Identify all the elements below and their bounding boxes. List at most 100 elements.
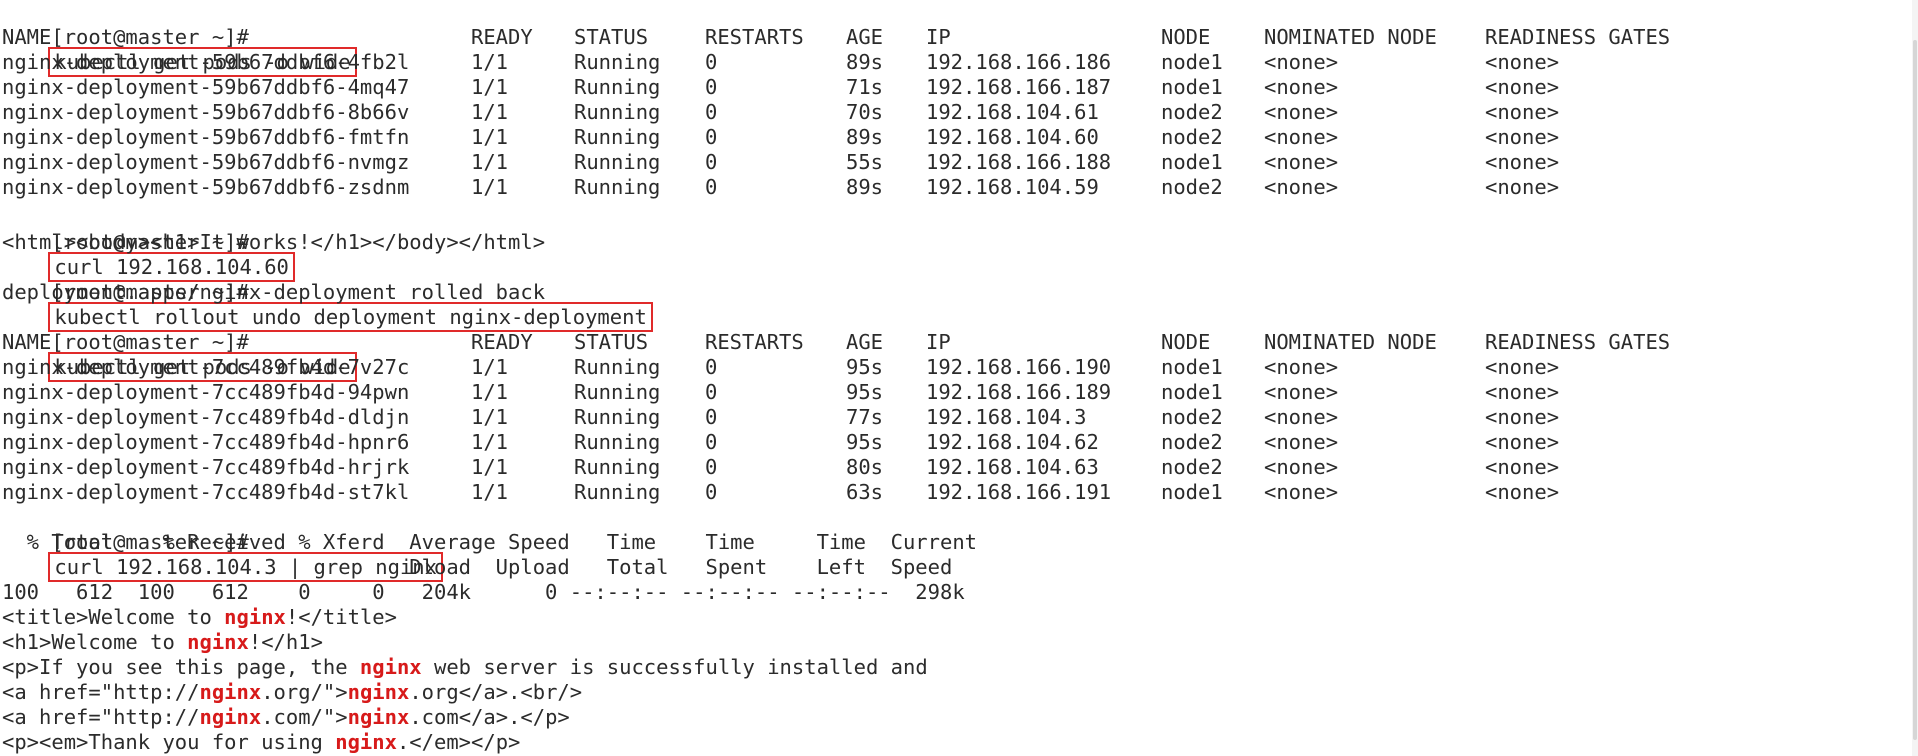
cell-status: Running bbox=[574, 50, 661, 74]
cell-age: 63s bbox=[846, 480, 884, 504]
cell-age: 95s bbox=[846, 380, 884, 404]
command-output: <html><body><h1>It works!</h1></body></h… bbox=[2, 230, 546, 254]
cell-restarts: 0 bbox=[705, 430, 718, 454]
output-text: <a href="http:// bbox=[2, 680, 200, 704]
cell-status: Running bbox=[574, 430, 661, 454]
cell-pod-name: nginx-deployment-59b67ddbf6-fmtfn bbox=[2, 125, 410, 149]
cell-restarts: 0 bbox=[705, 380, 718, 404]
column-header-pod-name: NAME bbox=[2, 330, 52, 354]
cell-age: 70s bbox=[846, 100, 884, 124]
cell-status: Running bbox=[574, 100, 661, 124]
cell-ip: 192.168.166.186 bbox=[926, 50, 1112, 74]
cell-nominated-node: <none> bbox=[1264, 150, 1339, 174]
shell-prompt: [root@master ~]# bbox=[51, 330, 249, 354]
cell-ip: 192.168.166.187 bbox=[926, 75, 1112, 99]
cell-status: Running bbox=[574, 455, 661, 479]
cell-status: Running bbox=[574, 75, 661, 99]
cell-age: 95s bbox=[846, 430, 884, 454]
grep-match: nginx bbox=[359, 655, 422, 679]
output-text: .com</a>.</p> bbox=[409, 705, 570, 729]
grep-output-line: <title>Welcome to nginx!</title> bbox=[2, 605, 397, 630]
cell-node: node2 bbox=[1161, 175, 1223, 199]
cell-restarts: 0 bbox=[705, 150, 718, 174]
column-header-ip: IP bbox=[926, 330, 951, 354]
cell-readiness-gates: <none> bbox=[1485, 100, 1560, 124]
cell-pod-name: nginx-deployment-7cc489fb4d-hpnr6 bbox=[2, 430, 410, 454]
command-line: [root@master ~]# kubectl get pods -o wid… bbox=[2, 0, 357, 77]
cell-nominated-node: <none> bbox=[1264, 100, 1339, 124]
grep-match: nginx bbox=[224, 605, 286, 629]
cell-nominated-node: <none> bbox=[1264, 50, 1339, 74]
cell-status: Running bbox=[574, 480, 661, 504]
grep-output-line: <h1>Welcome to nginx!</h1> bbox=[2, 630, 323, 655]
cell-age: 77s bbox=[846, 405, 884, 429]
cell-age: 89s bbox=[846, 50, 884, 74]
cell-ip: 192.168.104.3 bbox=[926, 405, 1087, 429]
column-header-node: NODE bbox=[1161, 25, 1211, 49]
cell-status: Running bbox=[574, 380, 661, 404]
grep-match: nginx bbox=[199, 680, 262, 704]
cell-restarts: 0 bbox=[705, 355, 718, 379]
cell-ip: 192.168.166.191 bbox=[926, 480, 1112, 504]
column-header-ready: READY bbox=[471, 330, 533, 354]
cell-status: Running bbox=[574, 355, 661, 379]
cell-readiness-gates: <none> bbox=[1485, 380, 1560, 404]
cell-ready: 1/1 bbox=[471, 125, 509, 149]
cell-ip: 192.168.104.62 bbox=[926, 430, 1099, 454]
cell-ready: 1/1 bbox=[471, 150, 509, 174]
cell-nominated-node: <none> bbox=[1264, 405, 1339, 429]
shell-prompt: [root@master ~]# bbox=[51, 25, 249, 49]
column-header-ready: READY bbox=[471, 25, 533, 49]
cell-ready: 1/1 bbox=[471, 355, 509, 379]
column-header-restarts: RESTARTS bbox=[705, 25, 804, 49]
cell-ready: 1/1 bbox=[471, 75, 509, 99]
curl-progress-header: % Total % Received % Xferd Average Speed… bbox=[2, 530, 978, 554]
grep-match: nginx bbox=[335, 730, 397, 754]
cell-node: node2 bbox=[1161, 455, 1223, 479]
cell-readiness-gates: <none> bbox=[1485, 430, 1560, 454]
cell-pod-name: nginx-deployment-59b67ddbf6-zsdnm bbox=[2, 175, 410, 199]
grep-match: nginx bbox=[199, 705, 262, 729]
cell-node: node1 bbox=[1161, 50, 1223, 74]
scrollbar-thumb[interactable] bbox=[1913, 40, 1917, 740]
cell-ip: 192.168.166.190 bbox=[926, 355, 1112, 379]
command-line: [root@master ~]# curl 192.168.104.60 bbox=[2, 205, 295, 282]
output-text: <h1>Welcome to bbox=[2, 630, 188, 654]
cell-restarts: 0 bbox=[705, 455, 718, 479]
grep-match: nginx bbox=[347, 705, 410, 729]
output-text: !</h1> bbox=[248, 630, 323, 654]
cell-status: Running bbox=[574, 150, 661, 174]
cell-nominated-node: <none> bbox=[1264, 480, 1339, 504]
cell-readiness-gates: <none> bbox=[1485, 150, 1560, 174]
cell-nominated-node: <none> bbox=[1264, 75, 1339, 99]
column-header-ip: IP bbox=[926, 25, 951, 49]
cell-nominated-node: <none> bbox=[1264, 380, 1339, 404]
cell-readiness-gates: <none> bbox=[1485, 405, 1560, 429]
grep-output-line: <a href="http://nginx.com/">nginx.com</a… bbox=[2, 705, 570, 730]
cell-readiness-gates: <none> bbox=[1485, 50, 1560, 74]
grep-output-line: <p><em>Thank you for using nginx.</em></… bbox=[2, 730, 520, 755]
column-header-age: AGE bbox=[846, 25, 884, 49]
output-text: .org</a>.<br/> bbox=[409, 680, 583, 704]
cell-pod-name: nginx-deployment-59b67ddbf6-nvmgz bbox=[2, 150, 410, 174]
terminal-window[interactable]: [root@master ~]# kubectl get pods -o wid… bbox=[0, 0, 1918, 756]
cell-age: 89s bbox=[846, 175, 884, 199]
cell-nominated-node: <none> bbox=[1264, 175, 1339, 199]
column-header-readiness-gates: READINESS GATES bbox=[1485, 25, 1671, 49]
command-line: [root@master ~]# kubectl get pods -o wid… bbox=[2, 305, 357, 382]
cell-ready: 1/1 bbox=[471, 100, 509, 124]
column-header-restarts: RESTARTS bbox=[705, 330, 804, 354]
cell-status: Running bbox=[574, 125, 661, 149]
output-text: <title>Welcome to bbox=[2, 605, 225, 629]
cell-age: 71s bbox=[846, 75, 884, 99]
cell-pod-name: nginx-deployment-59b67ddbf6-4fb2l bbox=[2, 50, 410, 74]
scrollbar[interactable] bbox=[1912, 0, 1918, 756]
column-header-status: STATUS bbox=[574, 25, 649, 49]
cell-nominated-node: <none> bbox=[1264, 430, 1339, 454]
cell-restarts: 0 bbox=[705, 125, 718, 149]
cell-pod-name: nginx-deployment-59b67ddbf6-8b66v bbox=[2, 100, 410, 124]
grep-output-line: <p>If you see this page, the nginx web s… bbox=[2, 655, 928, 680]
cell-ready: 1/1 bbox=[471, 480, 509, 504]
cell-node: node2 bbox=[1161, 125, 1223, 149]
column-header-status: STATUS bbox=[574, 330, 649, 354]
